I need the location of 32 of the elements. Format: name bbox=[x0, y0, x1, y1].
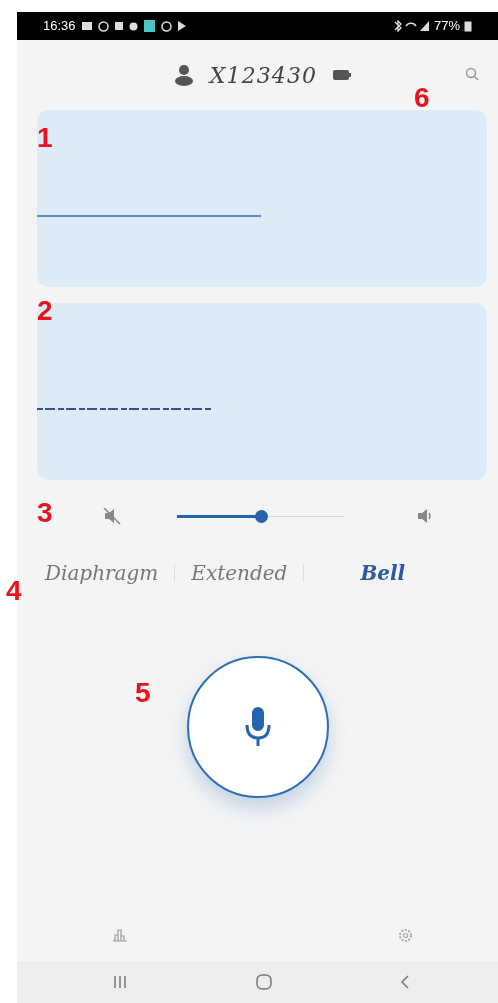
home-icon[interactable] bbox=[254, 973, 273, 991]
circle-icon bbox=[160, 20, 172, 32]
annotation-number: 4 bbox=[6, 577, 22, 605]
filter-tab[interactable]: Diaphragm bbox=[45, 558, 159, 588]
settings-icon[interactable] bbox=[398, 927, 413, 943]
speaker-icon[interactable] bbox=[416, 507, 434, 525]
volume-slider[interactable] bbox=[177, 508, 344, 524]
annotation-number: 2 bbox=[37, 297, 53, 325]
bar-chart-icon[interactable] bbox=[112, 928, 128, 942]
back-icon[interactable] bbox=[400, 974, 410, 990]
message-icon bbox=[81, 21, 92, 31]
recent-apps-icon[interactable] bbox=[113, 975, 127, 989]
annotation-number: 3 bbox=[37, 499, 53, 527]
mute-icon[interactable] bbox=[103, 507, 121, 525]
device-id: X123430 bbox=[209, 61, 318, 90]
filter-tab[interactable]: Extended bbox=[191, 558, 288, 588]
app-icon bbox=[143, 20, 155, 32]
circle-icon bbox=[97, 20, 109, 32]
filter-tab[interactable]: Bell bbox=[360, 558, 406, 588]
square-icon bbox=[114, 22, 123, 30]
battery-icon bbox=[333, 70, 352, 80]
battery-icon bbox=[464, 20, 472, 32]
annotation-number: 5 bbox=[135, 679, 151, 707]
annotation-number: 1 bbox=[37, 124, 53, 152]
status-time: 16:36 bbox=[43, 17, 76, 36]
dot-icon bbox=[128, 21, 138, 31]
person-icon bbox=[173, 64, 194, 86]
play-icon bbox=[177, 21, 186, 31]
microphone-icon bbox=[244, 706, 271, 747]
battery-percent: 77% bbox=[433, 17, 460, 36]
search-icon bbox=[465, 67, 479, 81]
annotation-number: 6 bbox=[414, 84, 430, 112]
